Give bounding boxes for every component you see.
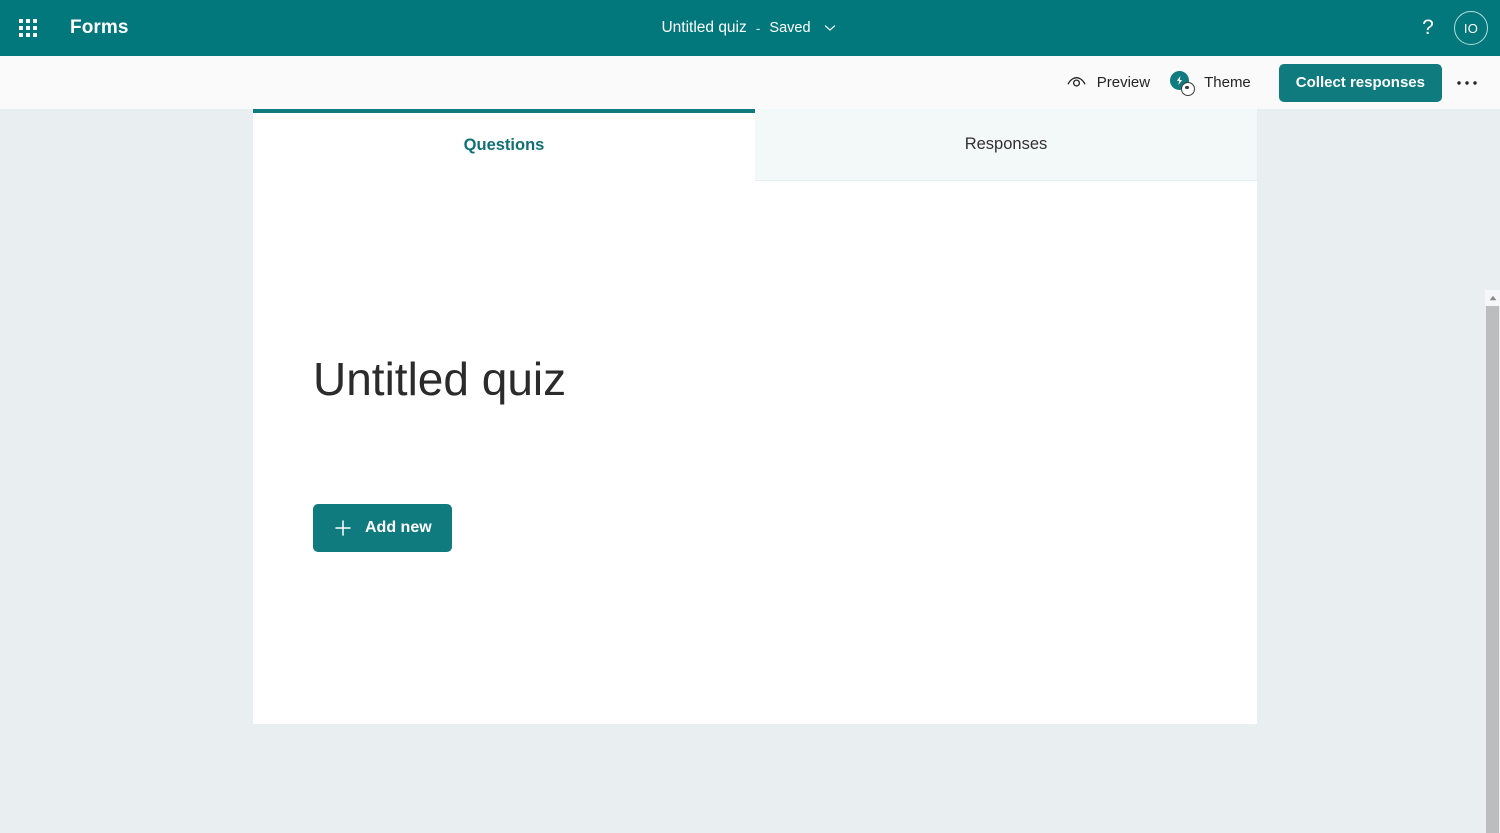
- form-card: Questions Responses Untitled quiz Add ne…: [253, 109, 1257, 724]
- theme-button[interactable]: Theme: [1160, 65, 1261, 101]
- plus-icon: [333, 518, 353, 538]
- scrollbar-thumb[interactable]: [1486, 306, 1499, 833]
- form-tabs: Questions Responses: [253, 109, 1257, 181]
- tab-responses[interactable]: Responses: [755, 109, 1257, 181]
- tab-questions-label: Questions: [463, 135, 545, 154]
- page-body: Questions Responses Untitled quiz Add ne…: [0, 109, 1500, 833]
- document-title[interactable]: Untitled quiz: [661, 19, 746, 37]
- form-title-input[interactable]: Untitled quiz: [313, 354, 566, 405]
- save-status: Saved: [769, 20, 811, 36]
- theme-palette-shape: [1181, 81, 1196, 96]
- help-question-icon[interactable]: ?: [1408, 8, 1448, 48]
- brand-title[interactable]: Forms: [70, 17, 129, 39]
- add-new-label: Add new: [365, 519, 432, 536]
- preview-button[interactable]: Preview: [1056, 65, 1160, 101]
- chevron-down-icon[interactable]: [821, 19, 839, 37]
- theme-label: Theme: [1204, 74, 1251, 91]
- tab-responses-label: Responses: [964, 135, 1048, 153]
- form-editor-body: Untitled quiz Add new: [253, 181, 1257, 724]
- document-title-group: Untitled quiz - Saved: [661, 19, 838, 37]
- command-bar: Preview Theme Collect responses: [0, 56, 1500, 109]
- more-horizontal-icon[interactable]: [1448, 64, 1486, 102]
- eye-icon: [1066, 72, 1087, 93]
- app-launcher-button[interactable]: [4, 4, 52, 52]
- theme-palette-sparkle-icon: [1170, 70, 1196, 96]
- vertical-scrollbar[interactable]: [1485, 290, 1500, 833]
- title-separator: -: [755, 20, 761, 36]
- header-actions: ? IO: [1408, 0, 1500, 56]
- avatar[interactable]: IO: [1454, 11, 1488, 45]
- header-center-region: Untitled quiz - Saved: [0, 0, 1500, 56]
- add-new-button[interactable]: Add new: [313, 504, 452, 552]
- app-header: Forms Untitled quiz - Saved ? IO: [0, 0, 1500, 56]
- app-launcher-waffle-icon: [18, 18, 38, 38]
- tab-questions[interactable]: Questions: [253, 109, 755, 181]
- collect-responses-button[interactable]: Collect responses: [1278, 63, 1442, 102]
- scroll-up-arrow-icon[interactable]: [1485, 290, 1500, 306]
- preview-label: Preview: [1096, 74, 1151, 91]
